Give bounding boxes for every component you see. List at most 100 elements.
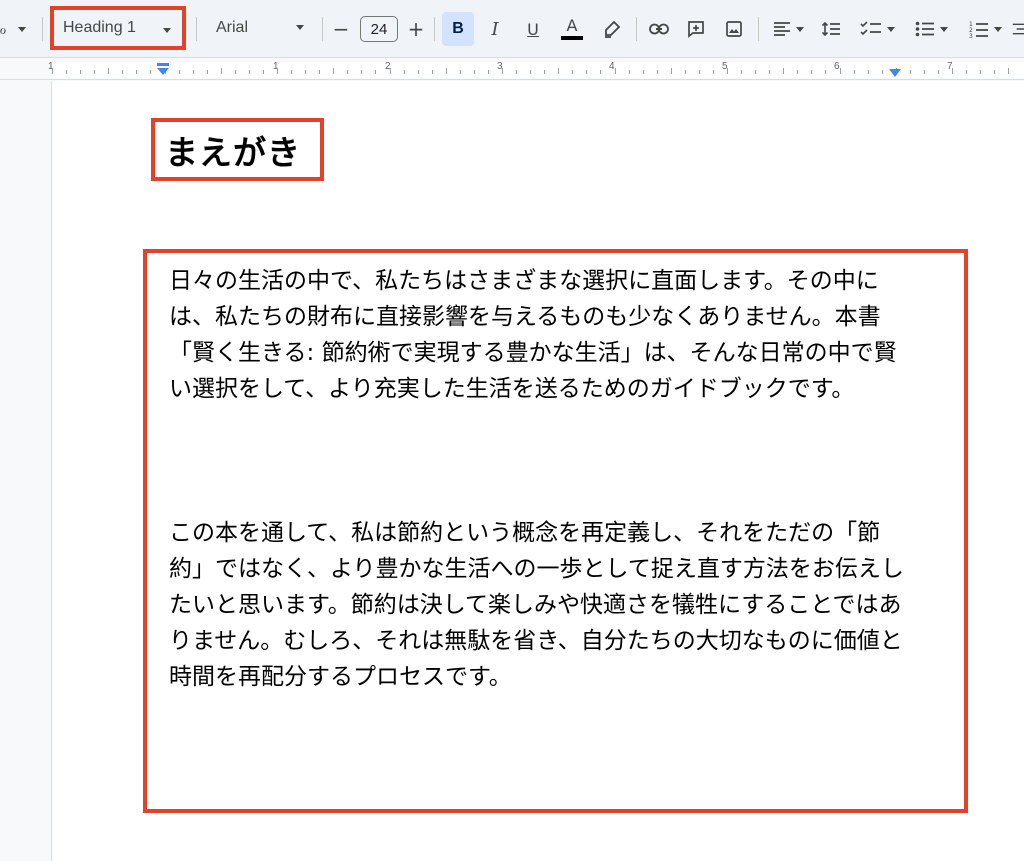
- svg-text:3: 3: [969, 33, 973, 38]
- ruler-tick: [333, 68, 334, 74]
- minus-icon: −: [332, 17, 350, 41]
- ruler-tick: [502, 68, 503, 74]
- insert-image-button[interactable]: [720, 15, 748, 43]
- font-family-select[interactable]: Arial: [208, 8, 314, 48]
- ruler-tick: [66, 70, 67, 74]
- empty-lines: [169, 407, 964, 515]
- ruler-tick: [910, 70, 911, 74]
- ruler-tick: [474, 70, 475, 74]
- paragraph-style-select[interactable]: Heading 1: [50, 6, 186, 50]
- line-spacing-button[interactable]: [816, 15, 846, 43]
- align-button[interactable]: [767, 15, 809, 43]
- ruler-tick: [375, 70, 376, 74]
- ruler-tick: [615, 68, 616, 74]
- text-color-button[interactable]: A: [558, 13, 586, 43]
- ruler-tick: [488, 70, 489, 74]
- ruler-tick: [193, 70, 194, 74]
- ruler-tick: [854, 70, 855, 74]
- chevron-down-icon: [939, 26, 948, 32]
- ruler-tick: [179, 70, 180, 74]
- ruler-tick: [277, 68, 278, 74]
- ruler-page-area: [52, 62, 1024, 78]
- ruler-tick: [361, 70, 362, 74]
- ruler-tick: [966, 70, 967, 74]
- chevron-down-icon: [296, 25, 304, 30]
- highlight-color-button[interactable]: [598, 15, 626, 43]
- ruler-tick: [319, 70, 320, 74]
- zoom-partial-icon[interactable]: ℴ: [0, 19, 10, 39]
- ruler-tick: [80, 70, 81, 74]
- ruler-tick: [868, 70, 869, 74]
- ruler-tick: [840, 68, 841, 74]
- chevron-down-icon: [993, 26, 1002, 32]
- image-icon: [726, 21, 742, 37]
- plus-icon: +: [407, 17, 425, 41]
- line-spacing-icon: [821, 21, 840, 37]
- ruler-tick: [1008, 68, 1009, 74]
- zoom-dropdown-caret[interactable]: [16, 24, 28, 34]
- right-indent-marker-icon[interactable]: [888, 68, 902, 78]
- font-size-input[interactable]: 24: [360, 16, 398, 42]
- bold-button[interactable]: B: [442, 12, 474, 46]
- ruler-tick: [249, 70, 250, 74]
- ruler-tick: [713, 70, 714, 74]
- ruler-tick: [994, 70, 995, 74]
- numbered-list-icon: 1 2 3: [969, 21, 988, 38]
- ruler-tick: [150, 70, 151, 74]
- ruler-tick: [783, 68, 784, 74]
- bulleted-list-button[interactable]: [908, 15, 954, 43]
- ruler-tick: [572, 70, 573, 74]
- ruler-tick: [432, 70, 433, 74]
- text-color-icon: A: [566, 15, 578, 35]
- ruler-tick: [558, 68, 559, 74]
- increase-font-size-button[interactable]: +: [405, 17, 427, 41]
- ruler-label: 6: [834, 61, 840, 72]
- comment-plus-icon: [688, 21, 704, 38]
- ruler-tick: [52, 68, 53, 74]
- body-paragraph[interactable]: この本を通して、私は節約という概念を再定義し、それをただの「節約」ではなく、より…: [169, 515, 909, 695]
- italic-button[interactable]: I: [482, 15, 508, 43]
- chevron-down-icon: [886, 26, 895, 32]
- checklist-button[interactable]: [854, 15, 900, 43]
- ruler-tick: [938, 70, 939, 74]
- ruler-tick: [629, 70, 630, 74]
- decrease-font-size-button[interactable]: −: [330, 17, 352, 41]
- ruler-tick: [305, 70, 306, 74]
- ruler-tick: [235, 70, 236, 74]
- body-paragraph[interactable]: 日々の生活の中で、私たちはさまざまな選択に直面します。その中には、私たちの財布に…: [169, 263, 909, 407]
- ruler-tick: [544, 70, 545, 74]
- insert-link-button[interactable]: [645, 15, 673, 43]
- left-indent-marker-icon[interactable]: [156, 62, 170, 76]
- underline-button[interactable]: U: [520, 15, 546, 43]
- ruler-tick: [797, 70, 798, 74]
- ruler-tick: [136, 70, 137, 74]
- ruler-tick: [516, 70, 517, 74]
- more-options-partial-button[interactable]: [1012, 15, 1024, 43]
- toolbar-divider: [434, 17, 435, 41]
- ruler-tick: [643, 70, 644, 74]
- toolbar-divider: [42, 17, 43, 41]
- ruler-tick: [755, 70, 756, 74]
- ruler-tick: [769, 70, 770, 74]
- ruler-tick: [586, 70, 587, 74]
- ruler-tick: [741, 70, 742, 74]
- heading-highlight-box: まえがき: [151, 118, 324, 181]
- ruler-tick: [811, 70, 812, 74]
- add-comment-button[interactable]: [682, 15, 710, 43]
- chevron-down-icon: [163, 28, 171, 33]
- ruler-tick: [94, 70, 95, 74]
- horizontal-ruler[interactable]: 1 1 2 3 4 5 6 7: [0, 58, 1024, 80]
- ruler-label: 4: [609, 61, 615, 72]
- toolbar-divider: [196, 17, 197, 41]
- align-left-icon: [773, 22, 790, 36]
- ruler-tick: [446, 68, 447, 74]
- numbered-list-button[interactable]: 1 2 3: [962, 15, 1008, 43]
- ruler-tick: [600, 70, 601, 74]
- ruler-tick: [207, 70, 208, 74]
- ruler-tick: [685, 70, 686, 74]
- underline-icon: U: [527, 19, 539, 39]
- ruler-tick: [263, 70, 264, 74]
- document-heading[interactable]: まえがき: [165, 126, 301, 174]
- ruler-tick: [122, 70, 123, 74]
- italic-icon: I: [491, 18, 499, 40]
